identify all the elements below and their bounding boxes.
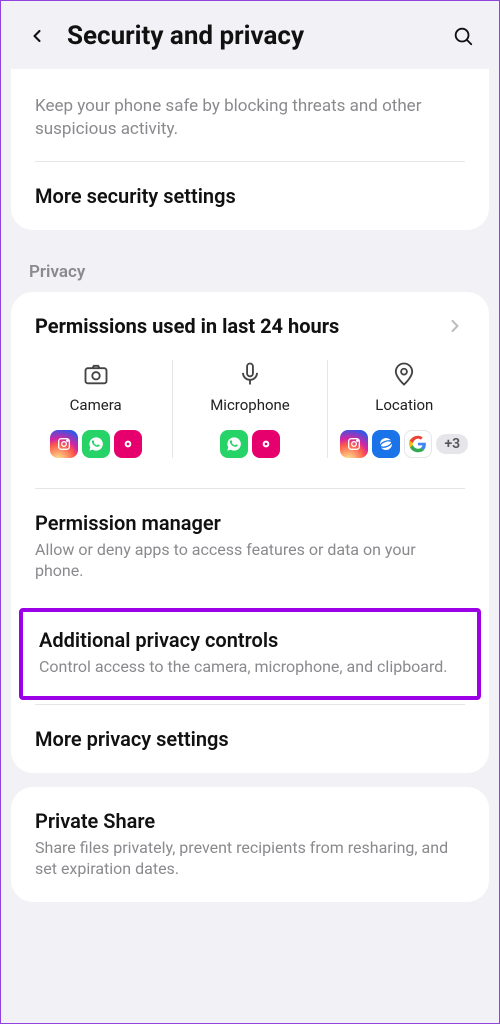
permissions-used-row[interactable]: Permissions used in last 24 hours — [11, 292, 489, 360]
private-share-item[interactable]: Private Share Share files privately, pre… — [11, 787, 489, 902]
private-share-card: Private Share Share files privately, pre… — [11, 787, 489, 902]
page-header: Security and privacy — [1, 1, 499, 79]
additional-privacy-title: Additional privacy controls — [39, 628, 461, 652]
privacy-section-header: Privacy — [1, 244, 499, 292]
camera-apps — [50, 430, 142, 458]
camera-icon — [82, 360, 110, 388]
location-apps: +3 — [340, 430, 468, 458]
microphone-label: Microphone — [210, 396, 290, 414]
private-share-title: Private Share — [35, 809, 465, 833]
permission-col-camera[interactable]: Camera — [19, 360, 172, 458]
private-share-desc: Share files privately, prevent recipient… — [35, 837, 465, 880]
permission-col-microphone[interactable]: Microphone — [172, 360, 326, 458]
search-button[interactable] — [451, 24, 475, 48]
microphone-icon — [236, 360, 264, 388]
permissions-used-title: Permissions used in last 24 hours — [35, 314, 445, 338]
page-title: Security and privacy — [67, 21, 433, 51]
camera-label: Camera — [70, 396, 122, 414]
instagram-icon — [340, 430, 368, 458]
more-security-settings[interactable]: More security settings — [11, 162, 489, 230]
more-privacy-label: More privacy settings — [35, 727, 465, 751]
security-card: Keep your phone safe by blocking threats… — [11, 69, 489, 230]
samsung-internet-icon — [372, 430, 400, 458]
location-label: Location — [375, 396, 433, 414]
permission-manager-item[interactable]: Permission manager Allow or deny apps to… — [11, 489, 489, 604]
additional-privacy-controls-item[interactable]: Additional privacy controls Control acce… — [19, 608, 481, 700]
google-icon — [404, 430, 432, 458]
back-button[interactable] — [25, 24, 49, 48]
permission-col-location[interactable]: Location +3 — [327, 360, 481, 458]
privacy-card: Permissions used in last 24 hours Camera… — [11, 292, 489, 773]
camera-app-icon — [252, 430, 280, 458]
microphone-apps — [220, 430, 280, 458]
instagram-icon — [50, 430, 78, 458]
camera-app-icon — [114, 430, 142, 458]
permission-manager-title: Permission manager — [35, 511, 465, 535]
additional-privacy-desc: Control access to the camera, microphone… — [39, 656, 461, 678]
more-apps-badge: +3 — [436, 434, 468, 454]
security-desc: Keep your phone safe by blocking threats… — [11, 79, 489, 161]
search-icon — [452, 25, 474, 47]
whatsapp-icon — [220, 430, 248, 458]
more-security-label: More security settings — [35, 184, 465, 208]
location-icon — [390, 360, 418, 388]
more-privacy-settings-item[interactable]: More privacy settings — [11, 705, 489, 773]
chevron-left-icon — [27, 26, 47, 46]
permission-manager-desc: Allow or deny apps to access features or… — [35, 539, 465, 582]
whatsapp-icon — [82, 430, 110, 458]
permissions-grid: Camera Microphone Location +3 — [11, 360, 489, 468]
chevron-right-icon — [445, 316, 465, 336]
